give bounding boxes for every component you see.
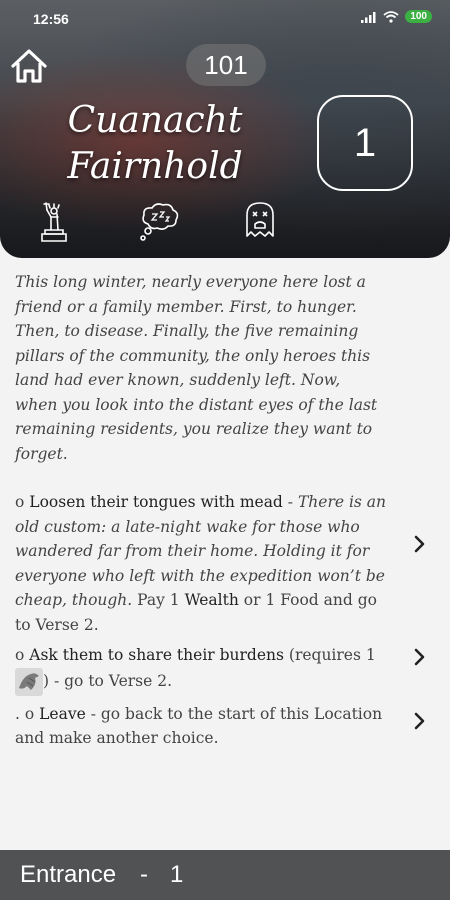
- section-number: 1: [170, 861, 184, 888]
- status-time: 12:56: [33, 11, 69, 27]
- counter-badge: 1: [317, 95, 413, 191]
- status-icons: 100: [361, 10, 432, 23]
- chevron-right-icon[interactable]: [412, 534, 428, 554]
- home-icon[interactable]: [9, 46, 49, 86]
- choice-requirement-suffix: ) - go to Verse 2.: [43, 671, 173, 690]
- thought-bubble-icon[interactable]: [138, 200, 182, 244]
- verse-content: This long winter, nearly everyone here l…: [15, 270, 387, 751]
- choice-label: Loosen their tongues with mead: [29, 493, 283, 511]
- choice-separator: -: [282, 493, 298, 511]
- choice-bullet: o: [15, 646, 25, 664]
- statue-of-liberty-icon[interactable]: [36, 200, 72, 244]
- choice-mead[interactable]: o Loosen their tongues with mead - There…: [15, 490, 387, 637]
- section-footer: Entrance - 1: [0, 850, 450, 900]
- choice-requirement-prefix: (requires 1: [283, 646, 376, 664]
- choice-label: Ask them to share their burdens: [29, 646, 284, 664]
- chevron-right-icon[interactable]: [412, 647, 428, 667]
- choice-bullet: . o: [15, 704, 35, 723]
- choice-burdens[interactable]: o Ask them to share their burdens (requi…: [15, 643, 387, 696]
- intro-text: This long winter, nearly everyone here l…: [15, 273, 378, 463]
- signal-icon: [361, 11, 376, 23]
- section-separator: -: [140, 861, 148, 888]
- wifi-icon: [383, 10, 399, 23]
- choice-bullet: o: [15, 493, 25, 511]
- choice-cost-prefix: Pay 1: [132, 591, 185, 609]
- section-name: Entrance: [20, 861, 117, 888]
- raven-icon: [15, 667, 43, 696]
- location-title-line2: Fairnhold: [67, 146, 243, 187]
- choice-leave[interactable]: . o Leave - go back to the start of this…: [15, 702, 387, 751]
- location-title-line1: Cuanacht: [67, 100, 243, 141]
- status-bar: 12:56 100: [0, 0, 450, 36]
- verse-number-badge: 101: [186, 44, 266, 86]
- ghost-icon[interactable]: [244, 200, 276, 240]
- choice-cost-resource: Wealth: [184, 591, 239, 609]
- location-title: Cuanacht Fairnhold: [30, 98, 280, 190]
- choice-label: Leave: [39, 704, 86, 723]
- battery-icon: 100: [405, 10, 432, 23]
- chevron-right-icon[interactable]: [412, 711, 428, 731]
